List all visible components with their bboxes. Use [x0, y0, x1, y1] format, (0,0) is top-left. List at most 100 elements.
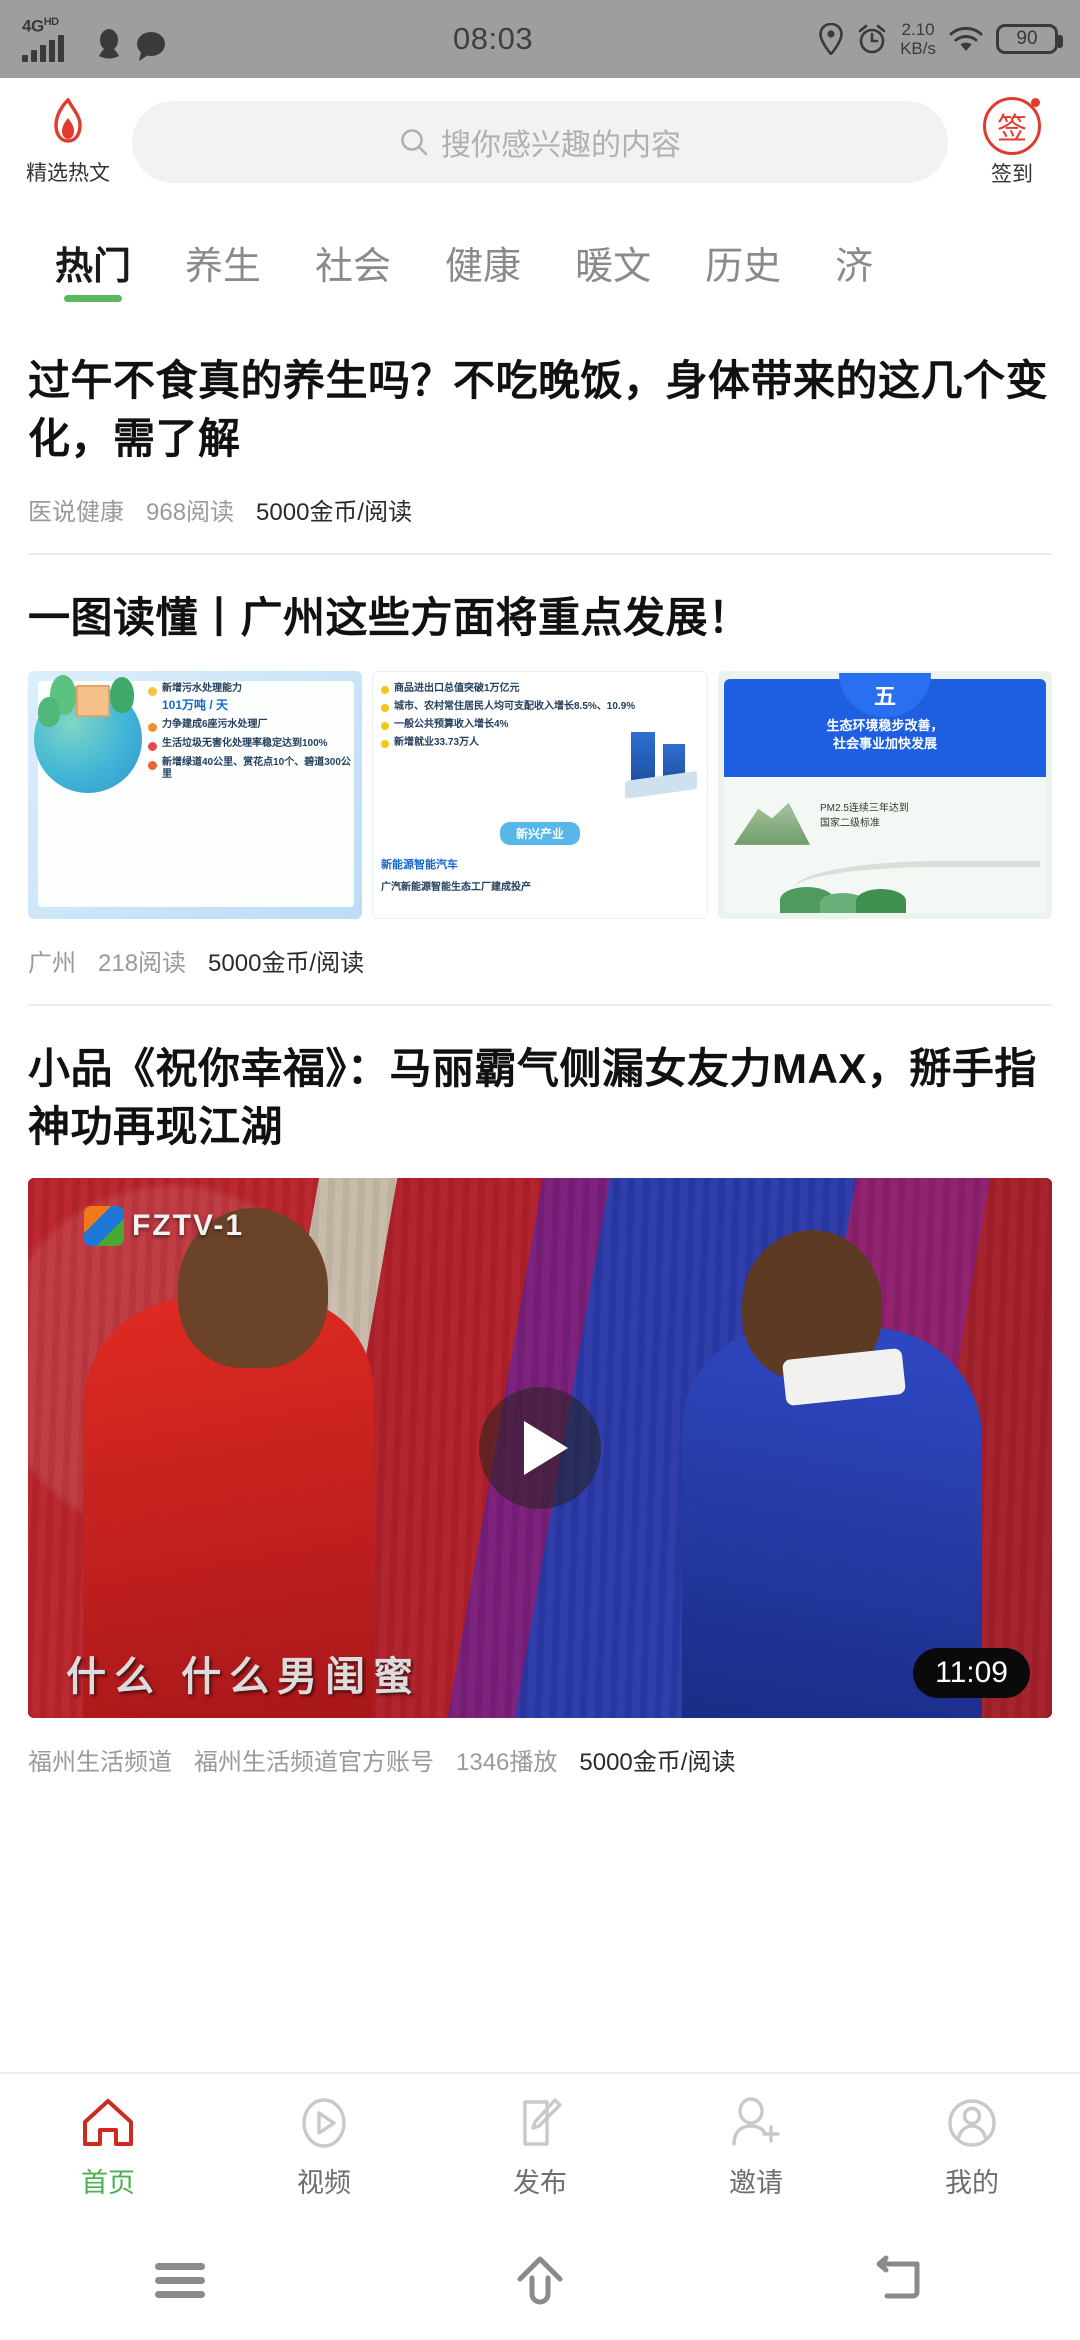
tab-label: 健康	[445, 245, 522, 288]
tab-label: 社会	[315, 245, 392, 288]
article-source: 广州	[28, 949, 76, 977]
tab-label: 济	[835, 245, 874, 288]
channel-name-label: FZTV-1	[132, 1208, 245, 1242]
network-speed-indicator: 2.10 KB/s	[900, 20, 936, 58]
back-button[interactable]	[720, 2252, 1080, 2308]
channel-logo-mark	[84, 1205, 124, 1246]
video-thumbnail[interactable]: FZTV-1 什么 什么男闺蜜 11:09	[28, 1177, 1052, 1718]
recents-button[interactable]	[0, 2256, 360, 2305]
search-placeholder: 搜你感兴趣的内容	[441, 129, 681, 162]
search-input[interactable]: 搜你感兴趣的内容	[132, 101, 948, 183]
play-triangle	[524, 1420, 568, 1475]
sub-heading: 新能源智能汽车	[381, 858, 458, 871]
tab-next-partial[interactable]: 济	[808, 206, 900, 318]
home-arrow-icon	[517, 2256, 563, 2305]
infographic-environment-thumbnail[interactable]: 新增污水处理能力 101万吨 / 天 力争建成6座污水处理厂 生活垃圾无害化处理…	[28, 670, 362, 919]
bullet-text: 商品进出口总值突破1万亿元	[394, 682, 520, 694]
bottom-tab-publish[interactable]: 发布	[432, 2094, 648, 2200]
article-title: 过午不食真的养生吗？不吃晚饭，身体带来的这几个变化，需了解	[28, 357, 1049, 462]
bottom-tab-bar[interactable]: 首页 视频 发布 邀请 我的	[0, 2072, 1080, 2220]
tab-history[interactable]: 历史	[678, 206, 808, 318]
bottom-tab-invite[interactable]: 邀请	[648, 2094, 864, 2200]
tab-warm-stories[interactable]: 暖文	[548, 206, 678, 318]
article-play-count: 1346播放	[456, 1748, 558, 1776]
net-speed-value: 2.10	[901, 20, 935, 39]
bullet-text: 一般公共预算收入增长4%	[394, 718, 509, 730]
tab-wellness[interactable]: 养生	[158, 206, 288, 318]
article-title: 小品《祝你幸福》：马丽霸气侧漏女友力MAX，掰手指神功再现江湖	[28, 1044, 1037, 1150]
infographic-ecology-thumbnail[interactable]: 五 生态环境稳步改善， 社会事业加快发展 PM2.5连续三年达到 国家二级标准	[718, 670, 1052, 919]
infographic-economy-thumbnail[interactable]: 商品进出口总值突破1万亿元 城市、农村常住居民人均可支配收入增长8.5%、10.…	[372, 670, 708, 919]
status-bar-left: 4GHD	[22, 16, 168, 62]
bottom-tab-home[interactable]: 首页	[0, 2094, 216, 2200]
mountain-illustration	[734, 802, 810, 845]
headline-line-1: 生态环境稳步改善，	[826, 717, 944, 733]
tree-shape	[38, 696, 60, 727]
hill-shape	[856, 888, 906, 913]
chapter-headline: 生态环境稳步改善， 社会事业加快发展	[718, 717, 1052, 753]
body-line-1: PM2.5连续三年达到	[820, 802, 909, 814]
tab-label: 热门	[55, 245, 132, 288]
bottom-tab-label: 邀请	[729, 2168, 783, 2198]
tab-health[interactable]: 健康	[418, 206, 548, 318]
bullet-text: 新增绿道40公里、赏花点10个、碧道300公里	[162, 756, 351, 781]
bullet-text: 力争建成6座污水处理厂	[162, 718, 268, 730]
net-speed-unit: KB/s	[900, 39, 936, 58]
article-source: 医说健康	[28, 498, 124, 526]
article-meta: 福州生活频道 福州生活频道官方账号 1346播放 5000金币/阅读	[28, 1718, 1052, 1803]
article-account-name: 福州生活频道官方账号	[194, 1748, 434, 1776]
article-meta: 广州 218阅读 5000金币/阅读	[28, 919, 1052, 1004]
hamburger-icon	[155, 2256, 205, 2305]
hot-articles-entry[interactable]: 精选热文	[22, 97, 114, 187]
bullet-highlight: 101万吨 / 天	[162, 697, 229, 712]
hot-articles-label: 精选热文	[26, 161, 110, 185]
body-line-2: 国家二级标准	[820, 817, 880, 829]
feed-item-article-2[interactable]: 一图读懂丨广州这些方面将重点发展！ 新增污水处理能力 101万吨 / 天 力争建…	[0, 555, 1080, 1004]
tab-hot[interactable]: 热门	[28, 206, 158, 318]
section-pill: 新兴产业	[499, 821, 580, 845]
play-circle-icon	[297, 2094, 351, 2152]
article-read-count: 968阅读	[146, 498, 235, 526]
home-button[interactable]	[360, 2252, 720, 2308]
article-read-count: 218阅读	[98, 949, 187, 977]
user-circle-icon	[945, 2094, 999, 2152]
tab-label: 历史	[705, 245, 782, 288]
daily-signin-entry[interactable]: 签 签到	[966, 96, 1058, 188]
bullet-text: 新增就业33.73万人	[394, 736, 480, 748]
search-icon	[401, 129, 428, 156]
category-tab-bar[interactable]: 热门 养生 社会 健康 暖文 历史 济	[0, 206, 1080, 318]
bottom-tab-label: 我的	[945, 2168, 999, 2198]
battery-indicator: 90	[996, 24, 1063, 54]
feed-item-article-1[interactable]: 过午不食真的养生吗？不吃晚饭，身体带来的这几个变化，需了解 医说健康 968阅读…	[0, 318, 1080, 553]
burned-in-subtitle: 什么 什么男闺蜜	[66, 1654, 422, 1699]
section-pill-wrap: 新兴产业	[373, 821, 707, 845]
network-suffix-label: HD	[43, 16, 59, 28]
bottom-tab-video[interactable]: 视频	[216, 2094, 432, 2200]
bullet-list: 新增污水处理能力 101万吨 / 天 力争建成6座污水处理厂 生活垃圾无害化处理…	[148, 683, 356, 788]
status-bar-clock: 08:03	[453, 21, 534, 56]
body-text: PM2.5连续三年达到 国家二级标准	[820, 801, 909, 831]
tab-label: 养生	[185, 245, 262, 288]
bullet-text: 新增污水处理能力	[162, 682, 242, 694]
bullet-text: 生活垃圾无害化处理率稳定达到100%	[162, 737, 328, 749]
play-button-icon[interactable]	[479, 1386, 601, 1509]
user-plus-icon	[727, 2094, 785, 2152]
battery-level-label: 90	[1016, 28, 1038, 49]
article-coin-reward: 5000金币/阅读	[256, 498, 413, 526]
message-bubble-icon	[137, 32, 165, 61]
sign-stamp-icon: 签	[983, 96, 1041, 155]
article-coin-reward: 5000金币/阅读	[579, 1748, 736, 1776]
article-feed[interactable]: 过午不食真的养生吗？不吃晚饭，身体带来的这几个变化，需了解 医说健康 968阅读…	[0, 318, 1080, 2072]
bottom-tab-mine[interactable]: 我的	[864, 2094, 1080, 2200]
android-navigation-bar[interactable]	[0, 2220, 1080, 2340]
bottom-tab-label: 视频	[297, 2168, 351, 2198]
headline-line-2: 社会事业加快发展	[832, 736, 937, 752]
tree-shape	[110, 676, 134, 713]
feed-item-article-3[interactable]: 小品《祝你幸福》：马丽霸气侧漏女友力MAX，掰手指神功再现江湖 FZTV-1 什…	[0, 1006, 1080, 1803]
bottom-tab-label: 首页	[81, 2168, 135, 2198]
app-screen: 4GHD 08:03 2.10 KB/s 90 精选热文 搜你感兴趣的内容 签 …	[0, 0, 1080, 2340]
tab-society[interactable]: 社会	[288, 206, 418, 318]
location-pin-icon	[819, 23, 843, 55]
sub-bullet: 广汽新能源智能生态工厂建成投产	[381, 881, 531, 893]
status-bar-center: 08:03	[168, 21, 818, 57]
